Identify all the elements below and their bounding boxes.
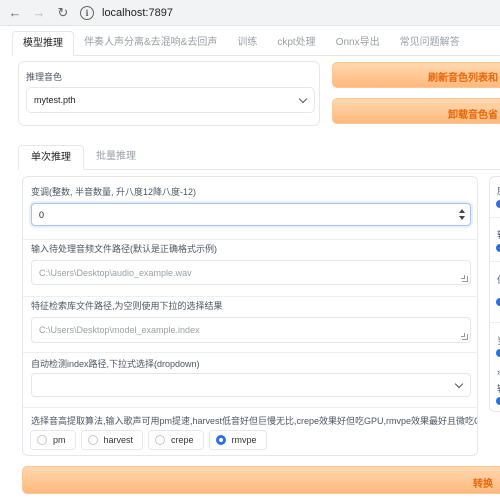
divider	[490, 322, 500, 323]
divider	[490, 261, 500, 262]
tab-faq[interactable]: 常见问题解答	[390, 31, 470, 55]
transpose-field: 变调(整数, 半音数量, 升八度12降八度-12) 0	[23, 177, 477, 240]
slider-handle-icon[interactable]	[496, 397, 500, 405]
transpose-value: 0	[39, 210, 45, 220]
tab-single-inference[interactable]: 单次推理	[18, 145, 84, 170]
url-text[interactable]: localhost:7897	[102, 7, 173, 19]
auto-index-select[interactable]	[31, 373, 471, 397]
unload-voice-button[interactable]: 卸载音色省	[332, 98, 500, 124]
slider-handle-icon[interactable]	[496, 349, 500, 357]
arrow-left-icon[interactable]: ←	[6, 4, 24, 22]
convert-button[interactable]: 转换	[22, 466, 500, 494]
radio-pm[interactable]: pm	[30, 430, 76, 450]
main-tab-bar: 模型推理 伴奏人声分离&去混响&去回声 训练 ckpt处理 Onnx导出 常见问…	[12, 31, 500, 56]
slider-handle-icon[interactable]	[496, 244, 500, 252]
audio-path-label: 输入待处理音频文件路径(默认是正确格式示例)	[31, 244, 217, 254]
number-stepper-icon[interactable]	[458, 209, 466, 221]
index-path-placeholder: C:\Users\Desktop\model_example.index	[39, 325, 200, 335]
right-settings-panel: 度 转 保 当 » 输	[489, 176, 500, 412]
radio-harvest[interactable]: harvest	[80, 430, 144, 450]
index-path-field: 特征检索库文件路径,为空则使用下拉的选择结果 C:\Users\Desktop\…	[23, 297, 477, 353]
radio-unchecked-icon[interactable]	[155, 435, 166, 445]
index-path-label: 特征检索库文件路径,为空则使用下拉的选择结果	[31, 301, 223, 311]
resize-handle-icon[interactable]	[461, 333, 468, 340]
address-bar[interactable]: i localhost:7897	[80, 3, 173, 23]
radio-rmvpe-label: rmvpe	[231, 435, 257, 445]
auto-index-label: 自动检测index路径,下拉式选择(dropdown)	[31, 359, 200, 369]
radio-rmvpe[interactable]: rmvpe	[208, 430, 267, 450]
radio-unchecked-icon[interactable]	[87, 435, 98, 445]
slider-handle-icon[interactable]	[496, 298, 500, 306]
chevron-down-icon	[298, 94, 308, 104]
resize-handle-icon[interactable]	[461, 275, 468, 282]
unload-voice-label: 卸载音色省	[448, 110, 498, 121]
browser-toolbar: ← → ↻ i localhost:7897	[0, 0, 500, 26]
tab-inference[interactable]: 模型推理	[12, 31, 74, 56]
audio-path-input[interactable]: C:\Users\Desktop\audio_example.wav	[31, 260, 471, 285]
voice-select-value: mytest.pth	[34, 95, 76, 105]
divider	[490, 217, 500, 218]
slider-handle-icon[interactable]	[496, 200, 500, 208]
tab-ckpt[interactable]: ckpt处理	[267, 31, 325, 55]
reload-icon[interactable]: ↻	[54, 4, 72, 22]
voice-panel: 推理音色 mytest.pth	[18, 61, 320, 126]
chevron-down-icon	[454, 379, 464, 389]
radio-pm-label: pm	[53, 435, 66, 445]
radio-unchecked-icon[interactable]	[37, 435, 47, 445]
f0-method-label: 选择音高提取算法,输入歌声可用pm提速,harvest低音好但巨慢无比,crep…	[31, 416, 478, 426]
tab-onnx[interactable]: Onnx导出	[326, 31, 390, 55]
radio-crepe-label: crepe	[171, 435, 194, 445]
radio-checked-icon[interactable]	[215, 435, 226, 445]
transpose-input[interactable]: 0	[31, 203, 471, 226]
audio-path-placeholder: C:\Users\Desktop\audio_example.wav	[39, 268, 192, 278]
refresh-voices-label: 刷新音色列表和	[428, 73, 498, 84]
tab-separation[interactable]: 伴奏人声分离&去混响&去回声	[74, 31, 227, 55]
radio-crepe[interactable]: crepe	[148, 430, 204, 450]
voice-select[interactable]: mytest.pth	[26, 87, 315, 113]
transpose-label: 变调(整数, 半音数量, 升八度12降八度-12)	[31, 187, 197, 197]
refresh-voices-button[interactable]: 刷新音色列表和	[332, 62, 500, 88]
tab-train[interactable]: 训练	[227, 31, 267, 55]
inference-mode-tabs: 单次推理 批量推理	[18, 145, 500, 170]
audio-path-field: 输入待处理音频文件路径(默认是正确格式示例) C:\Users\Desktop\…	[23, 240, 477, 297]
f0-method-radio-group: pm harvest crepe rmvpe	[30, 430, 272, 450]
single-inference-form: 变调(整数, 半音数量, 升八度12降八度-12) 0 输入待处理音频文件路径(…	[22, 176, 478, 456]
arrow-right-icon[interactable]: →	[30, 4, 48, 22]
site-info-icon[interactable]: i	[80, 5, 94, 20]
auto-index-field: 自动检测index路径,下拉式选择(dropdown)	[23, 353, 477, 408]
convert-button-label: 转换	[473, 479, 493, 490]
radio-harvest-label: harvest	[103, 435, 134, 445]
tab-batch-inference[interactable]: 批量推理	[84, 145, 148, 169]
voice-label: 推理音色	[26, 72, 63, 82]
index-path-input[interactable]: C:\Users\Desktop\model_example.index	[31, 317, 471, 343]
